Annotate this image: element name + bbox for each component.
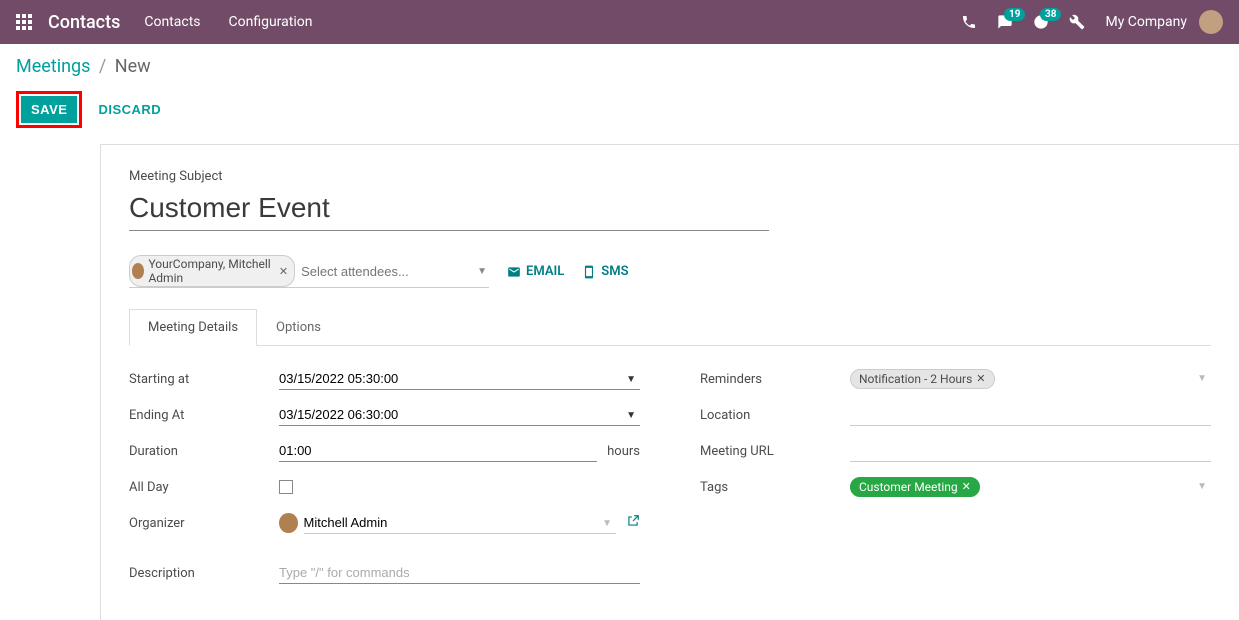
subject-label: Meeting Subject [129, 169, 1211, 184]
action-bar: SAVE DISCARD [16, 91, 1223, 128]
chevron-down-icon: ▼ [1197, 373, 1207, 384]
external-link-icon[interactable] [626, 514, 640, 532]
messages-badge: 19 [1004, 8, 1025, 21]
breadcrumb-current: New [115, 56, 151, 77]
tag-chip: Customer Meeting ✕ [850, 477, 980, 497]
nav-configuration[interactable]: Configuration [229, 14, 313, 30]
mobile-icon [582, 265, 596, 279]
attendee-chip: YourCompany, Mitchell Admin ✕ [129, 255, 295, 287]
details-left-column: Starting at ▼ Ending At ▼ Duration hours [129, 366, 640, 596]
duration-suffix: hours [607, 444, 640, 459]
phone-icon[interactable] [961, 14, 977, 30]
messages-icon[interactable]: 19 [997, 14, 1013, 30]
meeting-url-input[interactable] [850, 440, 1211, 462]
apps-icon[interactable] [16, 14, 32, 30]
nav-contacts[interactable]: Contacts [144, 14, 200, 30]
reminder-chip: Notification - 2 Hours ✕ [850, 369, 995, 389]
ending-at-input[interactable] [279, 404, 640, 426]
description-input[interactable] [279, 562, 640, 584]
reminders-label: Reminders [700, 372, 850, 387]
top-navbar: Contacts Contacts Configuration 19 38 My… [0, 0, 1239, 44]
duration-label: Duration [129, 444, 279, 459]
company-selector[interactable]: My Company [1105, 14, 1187, 30]
details-right-column: Reminders Notification - 2 Hours ✕ ▼ Loc… [700, 366, 1211, 596]
form-sheet: Meeting Subject YourCompany, Mitchell Ad… [100, 144, 1239, 620]
breadcrumb-parent[interactable]: Meetings [16, 56, 90, 77]
location-label: Location [700, 408, 850, 423]
tags-label: Tags [700, 480, 850, 495]
attendees-field[interactable]: YourCompany, Mitchell Admin ✕ ▼ [129, 255, 489, 288]
description-label: Description [129, 566, 279, 581]
email-button[interactable]: EMAIL [507, 264, 564, 279]
save-highlight-box: SAVE [16, 91, 82, 128]
tabs: Meeting Details Options [129, 308, 1211, 346]
tab-options[interactable]: Options [257, 309, 340, 346]
discard-button[interactable]: DISCARD [98, 102, 161, 117]
activities-icon[interactable]: 38 [1033, 14, 1049, 30]
user-avatar[interactable] [1199, 10, 1223, 34]
debug-icon[interactable] [1069, 14, 1085, 30]
avatar-icon [279, 513, 298, 533]
all-day-checkbox[interactable] [279, 480, 293, 494]
attendee-chip-label: YourCompany, Mitchell Admin [148, 257, 272, 285]
remove-tag-icon[interactable]: ✕ [962, 480, 971, 493]
remove-reminder-icon[interactable]: ✕ [976, 372, 985, 385]
organizer-label: Organizer [129, 516, 279, 531]
tags-field[interactable]: Customer Meeting ✕ ▼ [850, 477, 1211, 498]
control-panel: Meetings / New SAVE DISCARD [0, 44, 1239, 136]
avatar-icon [132, 263, 144, 279]
app-name[interactable]: Contacts [48, 12, 120, 33]
attendees-input[interactable] [301, 264, 477, 279]
save-button[interactable]: SAVE [21, 96, 77, 123]
ending-at-field[interactable]: ▼ [279, 404, 640, 426]
starting-at-field[interactable]: ▼ [279, 368, 640, 390]
location-input[interactable] [850, 404, 1211, 426]
organizer-field[interactable]: ▼ [279, 512, 616, 534]
chevron-down-icon: ▼ [1197, 481, 1207, 492]
chevron-down-icon[interactable]: ▼ [477, 266, 487, 277]
ending-at-label: Ending At [129, 408, 279, 423]
starting-at-input[interactable] [279, 368, 640, 390]
all-day-label: All Day [129, 480, 279, 495]
breadcrumb: Meetings / New [16, 56, 1223, 77]
tab-meeting-details[interactable]: Meeting Details [129, 309, 257, 346]
organizer-input[interactable] [304, 512, 616, 534]
sms-button[interactable]: SMS [582, 264, 628, 279]
activities-badge: 38 [1040, 8, 1061, 21]
remove-attendee-icon[interactable]: ✕ [279, 265, 288, 278]
envelope-icon [507, 265, 521, 279]
subject-input[interactable] [129, 188, 769, 231]
meeting-url-label: Meeting URL [700, 444, 850, 459]
starting-at-label: Starting at [129, 372, 279, 387]
duration-input[interactable] [279, 440, 597, 462]
reminders-field[interactable]: Notification - 2 Hours ✕ ▼ [850, 369, 1211, 390]
